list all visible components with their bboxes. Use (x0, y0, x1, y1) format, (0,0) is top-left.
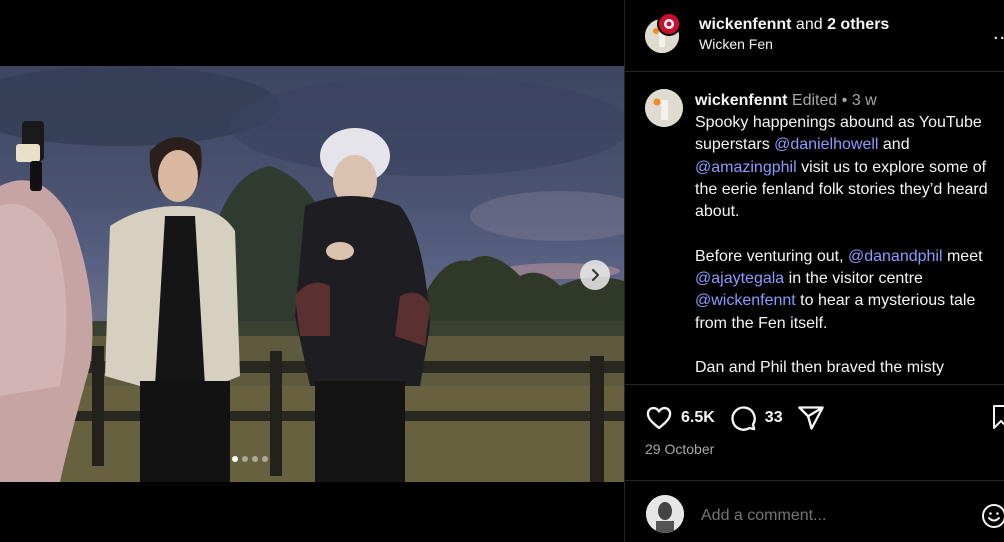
bookmark-icon (993, 405, 1004, 429)
caption-text: Spooky happenings abound as YouTube supe… (695, 112, 995, 384)
collaborators-link[interactable]: 2 others (827, 16, 889, 33)
save-button[interactable] (991, 403, 1004, 431)
chevron-right-icon (592, 269, 599, 281)
smiley-icon (982, 504, 1004, 528)
heart-icon (646, 406, 672, 430)
comment-bubble-icon (731, 406, 756, 431)
carousel-dot (232, 456, 238, 462)
caption-area[interactable]: wickenfennt Edited • 3 w Spooky happenin… (625, 73, 1004, 385)
carousel-indicator (232, 456, 268, 462)
mention-link[interactable]: @danielhowell (774, 136, 878, 153)
caption-paragraph: Dan and Phil then braved the misty (695, 357, 995, 379)
comment-input[interactable] (701, 507, 961, 525)
mention-link[interactable]: @ajaytegala (695, 270, 784, 287)
post-panel: wickenfennt and 2 others Wicken Fen ... … (624, 0, 1004, 542)
meta-separator: • (841, 92, 848, 109)
caption-header: wickenfennt Edited • 3 w (695, 91, 877, 111)
collab-conjunction: and (795, 16, 823, 33)
avatar-image (645, 89, 683, 127)
current-user-avatar (646, 495, 684, 533)
caption-author-avatar[interactable] (645, 89, 683, 127)
edited-label: Edited (791, 92, 838, 109)
caption-text-run: in the visitor centre (784, 270, 923, 288)
mention-link[interactable]: @amazingphil (695, 159, 797, 176)
location-link[interactable]: Wicken Fen (699, 36, 773, 52)
avatar-image (646, 495, 684, 533)
post-photo[interactable] (0, 66, 624, 482)
likes-count[interactable]: 6.5K (681, 409, 715, 427)
emoji-button[interactable] (981, 503, 1004, 529)
caption-paragraph: Before venturing out, @danandphil meet @… (695, 246, 995, 335)
post-media (0, 0, 624, 542)
carousel-dot (262, 456, 268, 462)
author-username[interactable]: wickenfennt (699, 16, 791, 33)
header-usernames: wickenfennt and 2 others (699, 15, 889, 35)
avatar-image (659, 14, 679, 34)
caption-text-run: Before venturing out, (695, 247, 848, 265)
share-button[interactable] (797, 404, 825, 432)
action-bar: 6.5K 33 (645, 403, 825, 433)
more-options-button[interactable]: ... (993, 22, 1004, 45)
paper-plane-icon (797, 406, 824, 430)
caption-paragraph: Spooky happenings abound as YouTube supe… (695, 112, 995, 223)
mention-link[interactable]: @wickenfennt (695, 292, 796, 309)
post-header: wickenfennt and 2 others Wicken Fen ... (625, 0, 1004, 72)
carousel-dot (252, 456, 258, 462)
mention-link[interactable]: @danandphil (848, 248, 943, 265)
comments-count[interactable]: 33 (765, 409, 783, 427)
comment-button[interactable] (729, 404, 757, 432)
post-date[interactable]: 29 October (645, 441, 714, 457)
caption-username[interactable]: wickenfennt (695, 92, 787, 109)
caption-text-run: meet (942, 247, 983, 265)
comment-bar (625, 480, 1004, 542)
caption-text-run: and (878, 136, 910, 154)
next-slide-button[interactable] (580, 260, 610, 290)
caption-text-run: Dan and Phil then braved the misty (695, 359, 945, 377)
like-button[interactable] (645, 404, 673, 432)
post-age[interactable]: 3 w (852, 92, 877, 109)
collaborator-avatar[interactable] (657, 12, 681, 36)
photo-scene (0, 66, 624, 482)
carousel-dot (242, 456, 248, 462)
